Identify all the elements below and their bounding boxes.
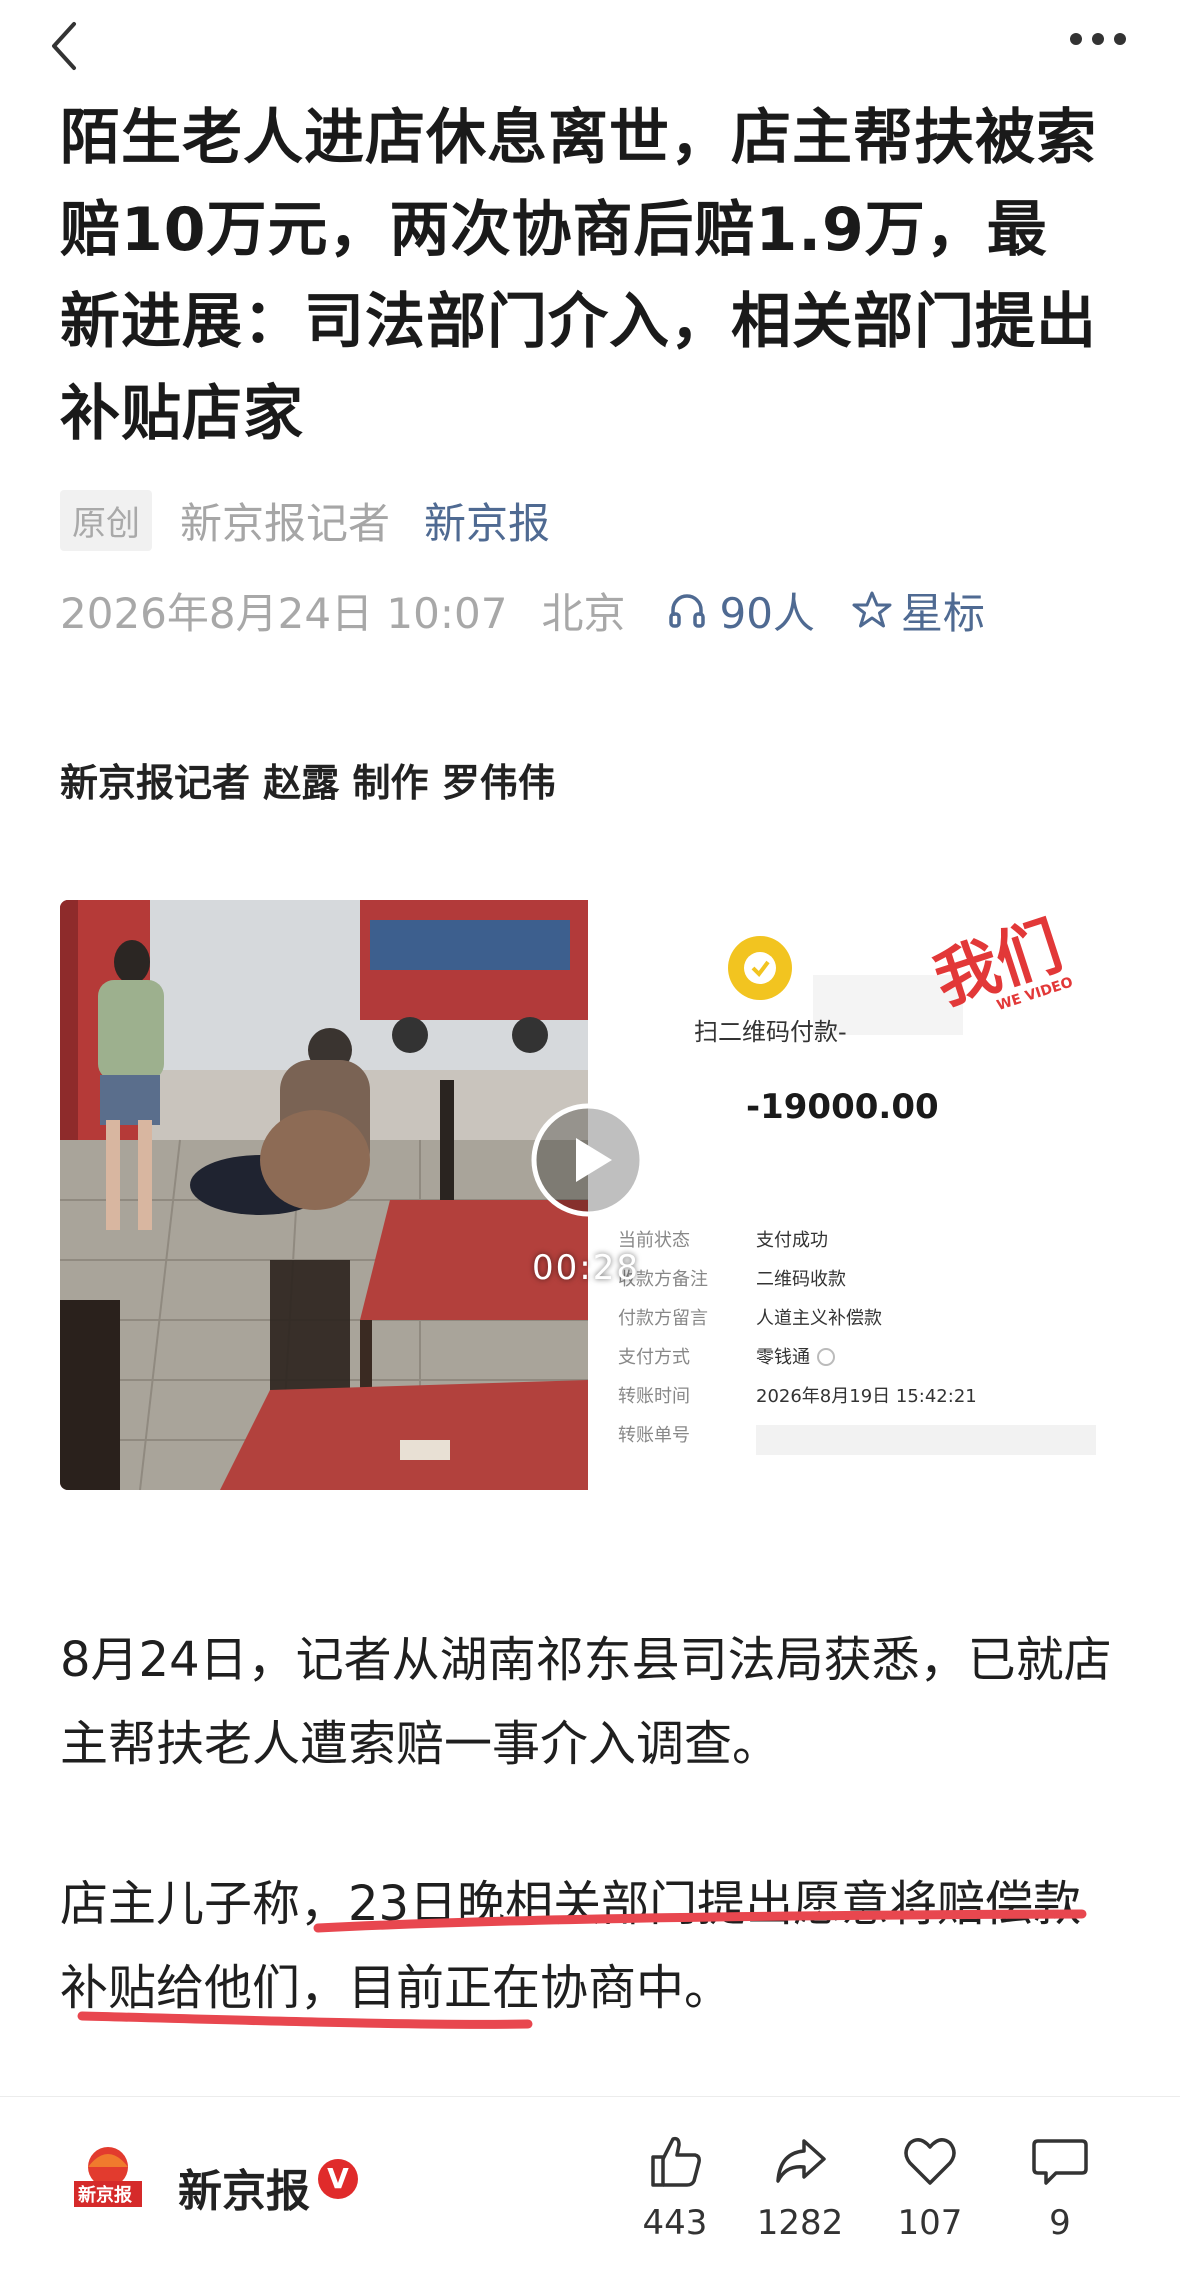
bottom-action-bar: 新京报 新京报 V 443 1282 107 9 — [0, 2096, 1180, 2270]
publisher-name[interactable]: 新京报 — [178, 2155, 310, 2219]
share-icon — [776, 2139, 826, 2183]
like-count: 443 — [642, 2203, 708, 2243]
like-button[interactable]: 443 — [625, 2131, 725, 2243]
share-button[interactable]: 1282 — [750, 2131, 850, 2243]
comment-count: 9 — [1049, 2203, 1071, 2243]
publisher-avatar[interactable]: 新京报 — [66, 2137, 150, 2221]
comment-icon — [1032, 2139, 1088, 2185]
comment-button[interactable]: 9 — [1010, 2131, 1110, 2243]
favorite-button[interactable]: 107 — [880, 2131, 980, 2243]
thumbs-up-icon — [651, 2136, 701, 2187]
verified-badge: V — [318, 2159, 358, 2199]
publisher-logo-text: 新京报 — [78, 2184, 132, 2206]
highlight-underline — [77, 1909, 1087, 2029]
heart-icon — [904, 2138, 956, 2185]
favorite-count: 107 — [897, 2203, 963, 2243]
share-count: 1282 — [756, 2203, 844, 2243]
publisher-logo-icon: 新京报 — [74, 2147, 142, 2207]
